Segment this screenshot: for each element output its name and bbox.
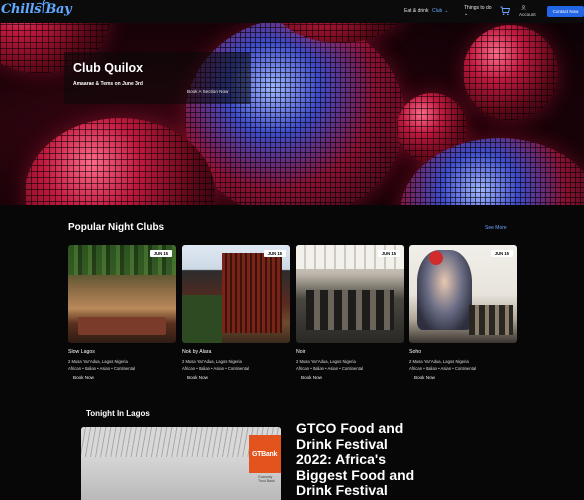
top-nav: Chills Bay Eat & drink Club ⌄ Things to d… — [0, 0, 584, 23]
club-cuisines: African • Italian • Asian • Continental — [182, 366, 250, 371]
sign-text: GTBank — [252, 451, 278, 458]
club-card[interactable]: JUN 15 Soho 2 Musa Yar'Adua, Lagos Niger… — [409, 245, 517, 380]
book-section-link[interactable]: Book A Section Now — [187, 89, 228, 94]
hero-title: Club Quilox — [73, 61, 144, 75]
date-badge: JUN 15 — [490, 250, 513, 257]
see-more-link[interactable]: See More — [485, 225, 507, 231]
club-card[interactable]: JUN 15 Noir 2 Musa Yar'Adua, Lagos Niger… — [296, 245, 404, 380]
chevron-down-icon: ⌄ — [444, 8, 449, 14]
disco-ball-image — [463, 25, 558, 120]
hero-overlay — [64, 52, 250, 104]
club-cuisines: African • Italian • Asian • Continental — [409, 366, 477, 371]
user-icon[interactable] — [521, 5, 526, 10]
club-photo[interactable]: JUN 15 — [68, 245, 176, 343]
club-card[interactable]: JUN 15 Slow Lagos 2 Musa Yar'Adua, Lagos… — [68, 245, 176, 380]
club-address: 2 Musa Yar'Adua, Lagos Nigeria — [296, 359, 356, 364]
club-name: Noir — [296, 349, 306, 355]
sign-caption: Guaranty Trust Bank — [258, 475, 275, 483]
club-card[interactable]: JUN 15 Nok by Alara 2 Musa Yar'Adua, Lag… — [182, 245, 290, 380]
disco-ball-image — [185, 23, 405, 205]
club-photo[interactable]: JUN 15 — [409, 245, 517, 343]
nav-eat-drink[interactable]: Eat & drink — [404, 8, 428, 14]
club-name: Nok by Alara — [182, 349, 212, 355]
event-photo[interactable]: GTBank Guaranty Trust Bank — [81, 427, 281, 500]
palm-tree-icon — [36, 0, 50, 14]
section-title: Tonight In Lagos — [86, 409, 150, 418]
section-title: Popular Night Clubs — [68, 222, 165, 233]
club-address: 2 Musa Yar'Adua, Lagos Nigeria — [409, 359, 469, 364]
book-now-link[interactable]: Book Now — [301, 375, 322, 380]
club-photo[interactable]: JUN 15 — [296, 245, 404, 343]
club-address: 2 Musa Yar'Adua, Lagos Nigeria — [182, 359, 242, 364]
chevron-down-icon: ⌄ — [464, 11, 469, 17]
club-address: 2 Musa Yar'Adua, Lagos Nigeria — [68, 359, 128, 364]
date-badge: JUN 15 — [149, 250, 172, 257]
club-cuisines: African • Italian • Asian • Continental — [296, 366, 364, 371]
account-link[interactable]: Account — [519, 12, 536, 17]
hero-banner — [0, 23, 584, 205]
nav-club[interactable]: Club ⌄ — [432, 8, 449, 14]
club-name: Soho — [409, 349, 422, 355]
date-badge: JUN 15 — [263, 250, 286, 257]
cart-icon[interactable] — [500, 6, 510, 16]
club-cuisines: African • Italian • Asian • Continental — [68, 366, 136, 371]
club-name: Slow Lagos — [68, 349, 95, 355]
book-now-link[interactable]: Book Now — [187, 375, 208, 380]
hero-subtitle: Amaarae & Tems on June 3rd — [73, 81, 143, 87]
contact-now-button[interactable]: Contact Now — [547, 6, 584, 17]
nav-club-label: Club — [432, 8, 443, 14]
book-now-link[interactable]: Book Now — [414, 375, 435, 380]
date-badge: JUN 15 — [377, 250, 400, 257]
nav-things-to-do[interactable]: Things to do ⌄ — [464, 5, 492, 17]
event-title[interactable]: GTCO Food and Drink Festival 2022: Afric… — [296, 420, 426, 499]
club-photo[interactable]: JUN 15 — [182, 245, 290, 343]
book-now-link[interactable]: Book Now — [73, 375, 94, 380]
